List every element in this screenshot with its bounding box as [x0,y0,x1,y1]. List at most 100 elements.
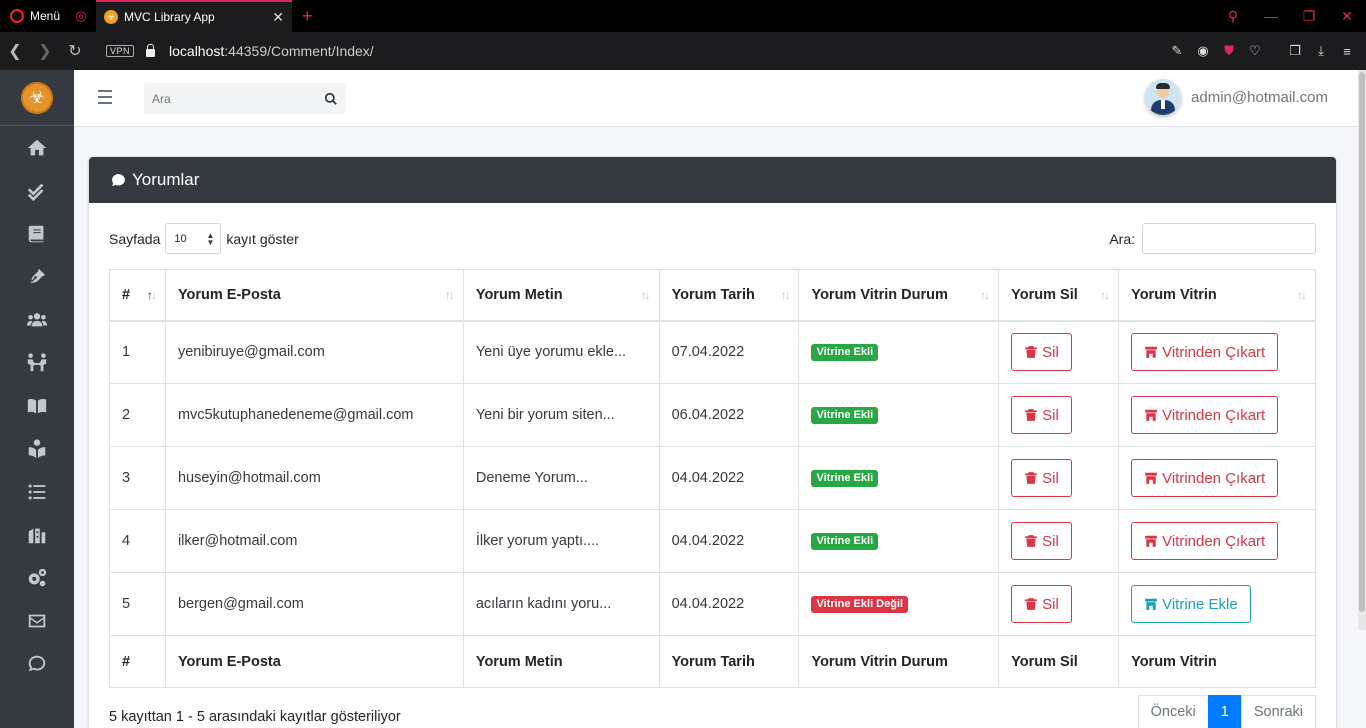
delete-button[interactable]: Sil [1011,333,1072,372]
table-row: 4 ilker@hotmail.com İlker yorum yaptı...… [109,509,1316,573]
column-header-id[interactable]: # ↑↓ [109,269,166,322]
filter-input[interactable] [1142,223,1316,254]
sort-icon: ↑↓ [780,288,790,302]
heart-icon[interactable]: ♡ [1242,43,1268,59]
column-header-email[interactable]: Yorum E-Posta ↑↓ [164,269,464,322]
pagination-page-1[interactable]: 1 [1207,695,1242,728]
column-header-showcase[interactable]: Yorum Vitrin ↑↓ [1118,269,1316,322]
address-url[interactable]: localhost:44359/Comment/Index/ [169,43,374,59]
column-header-delete[interactable]: Yorum Sil ↑↓ [998,269,1120,322]
cell-status: Vitrine Ekli [798,446,1000,510]
search-tabs-icon[interactable]: ⚲ [1214,8,1252,25]
comments-card: Yorumlar Sayfada 10 ▲ ▼ kayıt göster Ara:… [89,157,1336,728]
user-panel[interactable]: admin@hotmail.com [1145,79,1328,115]
browser-menu-label: Menü [30,9,61,23]
remove-from-showcase-button[interactable]: Vitrinden Çıkart [1131,522,1279,560]
adblock-shield-icon[interactable]: ⛊ [1216,43,1242,59]
remove-from-showcase-button[interactable]: Vitrinden Çıkart [1131,333,1279,372]
table-row: 2 mvc5kutuphanedeneme@gmail.com Yeni bir… [109,383,1316,447]
cube-icon[interactable]: ❐ [1282,43,1308,59]
navbar-search-input[interactable] [144,91,316,106]
sidebar-item-library[interactable] [0,513,74,556]
reload-icon[interactable]: ↻ [60,41,90,61]
column-header-date[interactable]: Yorum Tarih ↑↓ [658,269,800,322]
delete-button[interactable]: Sil [1011,522,1072,560]
select-arrows-icon: ▲ ▼ [206,230,215,247]
sidebar-item-authors[interactable] [0,255,74,298]
vpn-badge[interactable]: VPN [106,45,135,57]
remove-from-showcase-button[interactable]: Vitrinden Çıkart [1131,459,1279,497]
biohazard-favicon-icon: ☣ [104,10,119,24]
page-scrollbar[interactable] [1358,70,1366,630]
browser-menu-button[interactable]: Menü [0,0,70,32]
tab-close-icon[interactable]: ✕ [272,9,284,26]
sidebar-item-comments[interactable] [0,642,74,685]
page-length-control: Sayfada 10 ▲ ▼ kayıt göster [109,223,299,254]
sidebar-item-lending[interactable] [0,384,74,427]
status-badge: Vitrine Ekli [811,533,879,550]
edit-icon[interactable]: ✎ [1164,43,1190,59]
sort-icon: ↑↓ [980,288,990,302]
forward-arrow-icon[interactable]: ❯ [30,41,60,61]
remove-from-showcase-button[interactable]: Vitrinden Çıkart [1131,396,1279,434]
browser-tab-active[interactable]: ☣ MVC Library App ✕ [96,0,293,32]
add-to-showcase-button[interactable]: Vitrine Ekle [1131,585,1251,623]
table-filter: Ara: [1109,223,1316,254]
back-arrow-icon[interactable]: ❮ [0,41,30,61]
pagination-previous[interactable]: Önceki [1137,695,1209,728]
brand[interactable]: ☣ [0,70,74,126]
sidebar-item-books[interactable] [0,212,74,255]
footer-header-text: Yorum Metin [462,635,660,688]
new-tab-icon[interactable]: + [292,6,323,27]
comments-table: # ↑↓ Yorum E-Posta ↑↓ Yorum Metin ↑↓ Yorum … [109,269,1316,688]
delete-button[interactable]: Sil [1011,459,1072,497]
download-icon[interactable]: ⤓ [1308,43,1334,59]
easy-setup-icon[interactable]: ≡ [1334,44,1360,59]
table-row: 1 yenibiruye@gmail.com Yeni üye yorumu e… [109,320,1316,384]
cell-email: bergen@gmail.com [164,572,464,636]
hamburger-menu-icon[interactable] [98,90,112,104]
cell-text: İlker yorum yaptı.... [462,509,660,573]
sidebar-item-reader[interactable] [0,427,74,470]
showcase-label: Vitrinden Çıkart [1162,406,1266,424]
cell-text: Deneme Yorum... [462,446,660,510]
sidebar-item-members[interactable] [0,298,74,341]
cell-email: mvc5kutuphanedeneme@gmail.com [164,383,464,447]
top-navbar: admin@hotmail.com [74,70,1366,127]
cell-date: 07.04.2022 [658,320,800,384]
sidebar-item-list[interactable] [0,470,74,513]
lock-icon[interactable] [146,44,156,57]
window-close-icon[interactable]: ✕ [1328,8,1366,25]
footer-header-email: Yorum E-Posta [164,635,464,688]
column-header-status[interactable]: Yorum Vitrin Durum ↑↓ [798,269,1000,322]
gamepad-icon[interactable]: ◎ [70,0,92,32]
cell-date: 04.04.2022 [658,509,800,573]
column-header-text[interactable]: Yorum Metin ↑↓ [462,269,660,322]
user-email: admin@hotmail.com [1191,88,1328,106]
sidebar-item-messages[interactable] [0,599,74,642]
sort-icon: ↑↓ [1100,288,1110,302]
window-minimize-icon[interactable]: — [1252,8,1290,24]
cell-status: Vitrine Ekli [798,509,1000,573]
pagination-next[interactable]: Sonraki [1240,695,1316,728]
url-path: :44359/Comment/Index/ [224,43,374,59]
navbar-search-button[interactable] [316,83,346,114]
tab-title: MVC Library App [124,10,215,24]
sidebar-item-home[interactable] [0,126,74,169]
sidebar-item-check[interactable] [0,169,74,212]
sidebar-item-settings[interactable] [0,556,74,599]
check-double-icon [27,183,44,201]
camera-icon[interactable]: ◉ [1190,43,1216,59]
delete-button[interactable]: Sil [1011,396,1072,434]
showcase-label: Vitrinden Çıkart [1162,532,1266,550]
table-footer-row: # Yorum E-Posta Yorum Metin Yorum Tarih … [109,635,1316,688]
sort-icon: ↑↓ [444,288,455,302]
header-label: # [122,286,131,303]
cell-delete: Sil [998,446,1120,510]
book-reader-icon [28,438,46,458]
page-size-select[interactable]: 10 ▲ ▼ [165,223,222,254]
window-restore-icon[interactable]: ❐ [1290,8,1328,25]
delete-button[interactable]: Sil [1011,585,1072,623]
cell-text: Yeni üye yorumu ekle... [462,320,660,384]
sidebar-item-staff[interactable] [0,341,74,384]
